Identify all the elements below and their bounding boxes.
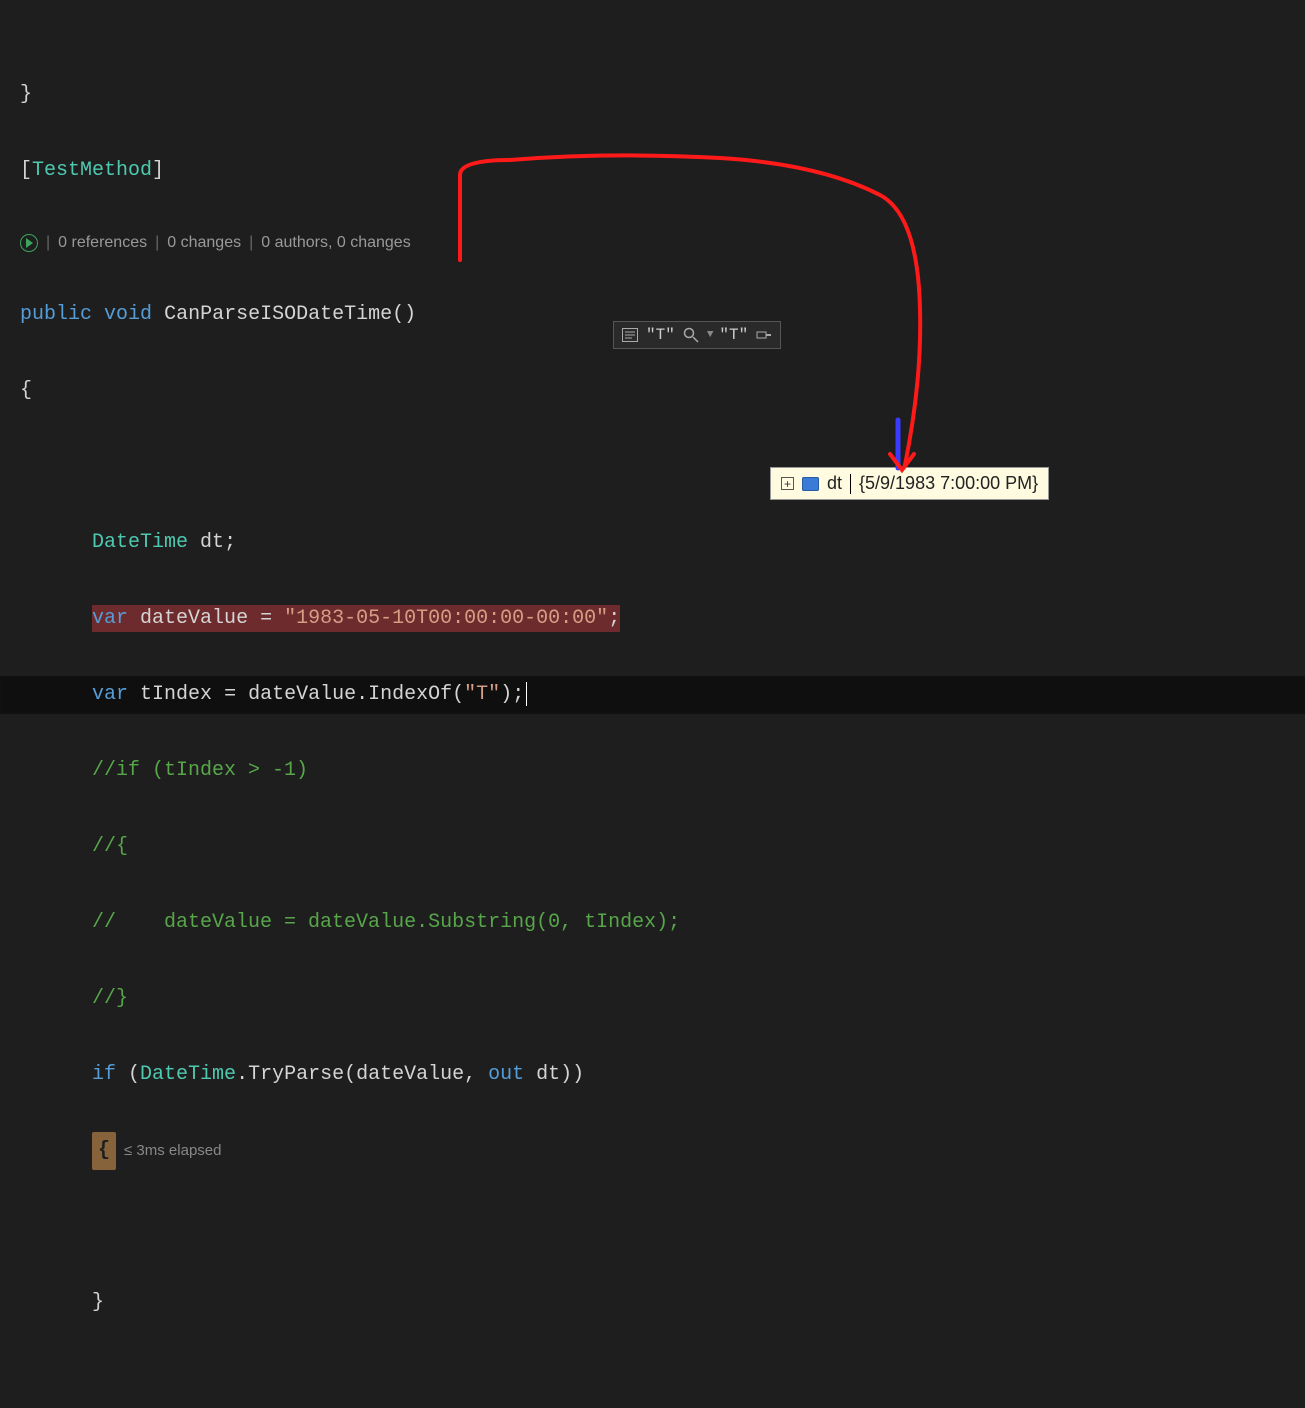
comment-line-3: // dateValue = dateValue.Substring(0, tI… [92,911,680,934]
executed-brace: { [92,1132,116,1170]
pin-icon[interactable] [754,326,774,344]
codelens-authors[interactable]: 0 authors, 0 changes [261,232,410,254]
run-test-icon[interactable] [20,234,38,252]
indexof-close: ) [500,683,512,706]
code-editor[interactable]: } [TestMethod] | 0 references | 0 change… [0,0,1305,1408]
comment-line-1: //if (tIndex > -1) [92,759,308,782]
current-debug-line[interactable]: var tIndex = dateValue.IndexOf("T"); [0,676,1305,714]
brace-close: } [20,83,32,106]
datatip-caret [850,474,851,494]
indexof-call: .IndexOf( [356,683,464,706]
ident-tindex: tIndex [140,683,212,706]
method-open-brace: { [20,379,32,402]
dt-arg: dt)) [524,1063,584,1086]
brace-close-inner: } [92,1291,104,1314]
comment-line-2: //{ [92,835,128,858]
kw-out: out [488,1063,524,1086]
codelens-changes[interactable]: 0 changes [167,232,241,254]
text-caret [526,682,527,706]
semi: ; [512,683,524,706]
datevalue-ref: dateValue [248,683,356,706]
datatip-value: {5/9/1983 7:00:00 PM} [859,473,1038,494]
perftip-elapsed[interactable]: ≤ 3ms elapsed [124,1142,221,1159]
dropdown-arrow-icon[interactable]: ▼ [707,329,714,341]
object-icon [802,477,819,491]
expr-right: "T" [719,326,748,344]
ident-dt: dt [200,531,224,554]
datatip-tooltip[interactable]: + dt {5/9/1983 7:00:00 PM} [770,467,1049,500]
attribute-testmethod: TestMethod [32,159,152,182]
expr-left: "T" [646,326,675,344]
type-datetime2: DateTime [140,1063,236,1086]
string-T: "T" [464,683,500,706]
text-visualizer-icon[interactable] [620,326,640,344]
method-name: CanParseISODateTime [164,303,392,326]
comment-line-4: //} [92,987,128,1010]
string-literal-date: "1983-05-10T00:00:00-00:00" [284,607,608,630]
semi: ; [224,531,236,554]
expand-icon[interactable]: + [781,477,794,490]
kw-if: if [92,1063,116,1086]
attr-open: [ [20,159,32,182]
datatip-variable: dt [827,473,842,494]
tryparse-call: .TryParse(dateValue, [236,1063,488,1086]
magnifier-icon[interactable] [681,326,701,344]
kw-public: public [20,303,92,326]
op-eq: = [224,683,236,706]
semi: ; [608,607,620,630]
codelens-references[interactable]: 0 references [58,232,147,254]
codelens-bar: | 0 references | 0 changes | 0 authors, … [20,228,1285,258]
op-eq: = [260,607,272,630]
quickwatch-toolbar[interactable]: "T" ▼ "T" [613,321,781,349]
kw-var: var [92,607,128,630]
paren-open: ( [116,1063,140,1086]
executed-line-highlight: var dateValue = "1983-05-10T00:00:00-00:… [92,605,620,632]
method-parens: () [392,303,416,326]
kw-void: void [104,303,152,326]
kw-var: var [92,683,128,706]
type-datetime: DateTime [92,531,188,554]
ident-datevalue: dateValue [140,607,248,630]
attr-close: ] [152,159,164,182]
